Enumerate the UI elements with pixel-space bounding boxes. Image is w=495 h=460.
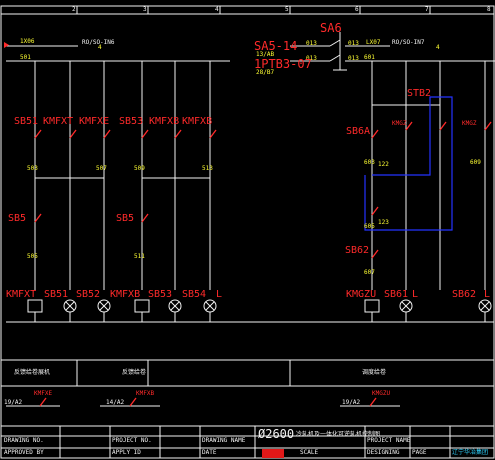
ref-19a2b: 19/A2 [342, 399, 361, 406]
wire-505: 505 [27, 253, 38, 260]
tb-title: Ø2600 [258, 427, 295, 441]
grid-number-6: 6 [355, 6, 359, 13]
bottom-device-sb54: SB54 [182, 289, 207, 300]
ref-lx07: LX07 [366, 39, 381, 46]
node-013a: 013 [306, 40, 317, 47]
device-kmfxb-top: KMFXB [149, 116, 180, 127]
wire-607: 607 [364, 269, 375, 276]
section-left-header: 反馈给卷展机 [14, 369, 51, 376]
device-kmgz-right: KMGZ [462, 120, 477, 127]
wire-511: 511 [134, 253, 145, 260]
grid-number-3: 3 [143, 6, 147, 13]
wire-509: 509 [134, 165, 145, 172]
tb-apply-id: APPLY ID [112, 449, 141, 456]
bottom-device-sb62: SB62 [452, 289, 477, 300]
wire-503: 503 [27, 165, 38, 172]
tb-scale: SCALE [300, 449, 319, 456]
wire-605: 605 [364, 223, 375, 230]
ref-kmfxe: KMFXE [34, 390, 53, 397]
wire-507: 507 [96, 165, 107, 172]
ref-19a2: 19/A2 [4, 399, 23, 406]
wire-513: 513 [202, 165, 213, 172]
tb-project-name: PROJECT NAME [367, 437, 411, 444]
bottom-lamp-l2: L [412, 289, 419, 300]
grid-number-4: 4 [215, 6, 219, 13]
wire-122: 122 [378, 161, 389, 168]
device-sb62: SB62 [345, 245, 370, 256]
bottom-lamp-l1: L [216, 289, 223, 300]
bottom-device-sb51: SB51 [44, 289, 69, 300]
device-sb53: SB53 [119, 116, 144, 127]
wire-501: 501 [20, 54, 31, 61]
grid-number-5: 5 [285, 6, 289, 13]
ref-kmfxb: KMFXB [136, 390, 155, 397]
tb-approved-by: APPROVED BY [4, 449, 44, 456]
device-kmfxe: KMFXE [79, 116, 110, 127]
grid-number-8: 8 [487, 6, 491, 13]
ro-so-in6-suffix: 4 [98, 44, 102, 51]
device-kmfxb2-top: KMFXB [182, 116, 213, 127]
ref-14a2: 14/A2 [106, 399, 125, 406]
node-013b: 013 [348, 40, 359, 47]
bottom-device-sb61: SB61 [384, 289, 409, 300]
tb-page: PAGE [412, 449, 427, 456]
device-sb6a: SB6A [346, 126, 371, 137]
wire-601: 601 [364, 54, 375, 61]
node-013d: 013 [348, 55, 359, 62]
ro-so-in7-suffix: 4 [436, 44, 440, 51]
ro-so-in7-label: RO/SO-IN7 [392, 39, 425, 46]
tb-drawing-name: DRAWING NAME [202, 437, 246, 444]
bottom-device-kmgzu: KMGZU [346, 289, 377, 300]
ptb3-sub-label: 28/B7 [256, 69, 275, 76]
wire-603: 603 [364, 159, 375, 166]
bottom-lamp-l3: L [484, 289, 491, 300]
tb-company: 辽宁华冶集团 [452, 449, 489, 456]
device-sb5-a: SB5 [8, 213, 27, 224]
wire-123: 123 [378, 219, 389, 226]
bottom-device-kmfxb: KMFXB [110, 289, 141, 300]
wire-609: 609 [470, 159, 481, 166]
device-kmgz-top: KMGZ [392, 120, 407, 127]
grid-number-2: 2 [72, 6, 76, 13]
section-mid-header: 反馈给卷 [122, 369, 147, 376]
bottom-device-sb52: SB52 [76, 289, 101, 300]
sa6-label: SA6 [320, 21, 342, 35]
tb-drawing-no: DRAWING NO. [4, 437, 44, 444]
tb-date: DATE [202, 449, 217, 456]
device-kmfxt-top: KMFXT [43, 116, 74, 127]
device-sb51: SB51 [14, 116, 39, 127]
ref-1x06: 1X06 [20, 38, 35, 45]
tb-designing: DESIGNING [367, 449, 400, 456]
tb-project-no: PROJECT NO. [112, 437, 152, 444]
device-sb5-b: SB5 [116, 213, 135, 224]
bottom-device-sb53: SB53 [148, 289, 173, 300]
device-stb2: STB2 [407, 88, 432, 99]
grid-number-7: 7 [425, 6, 429, 13]
bottom-device-kmfxt: KMFXT [6, 289, 37, 300]
section-right-header: 调度给卷 [362, 369, 387, 376]
ref-kmgz: KMGZU [372, 390, 391, 397]
